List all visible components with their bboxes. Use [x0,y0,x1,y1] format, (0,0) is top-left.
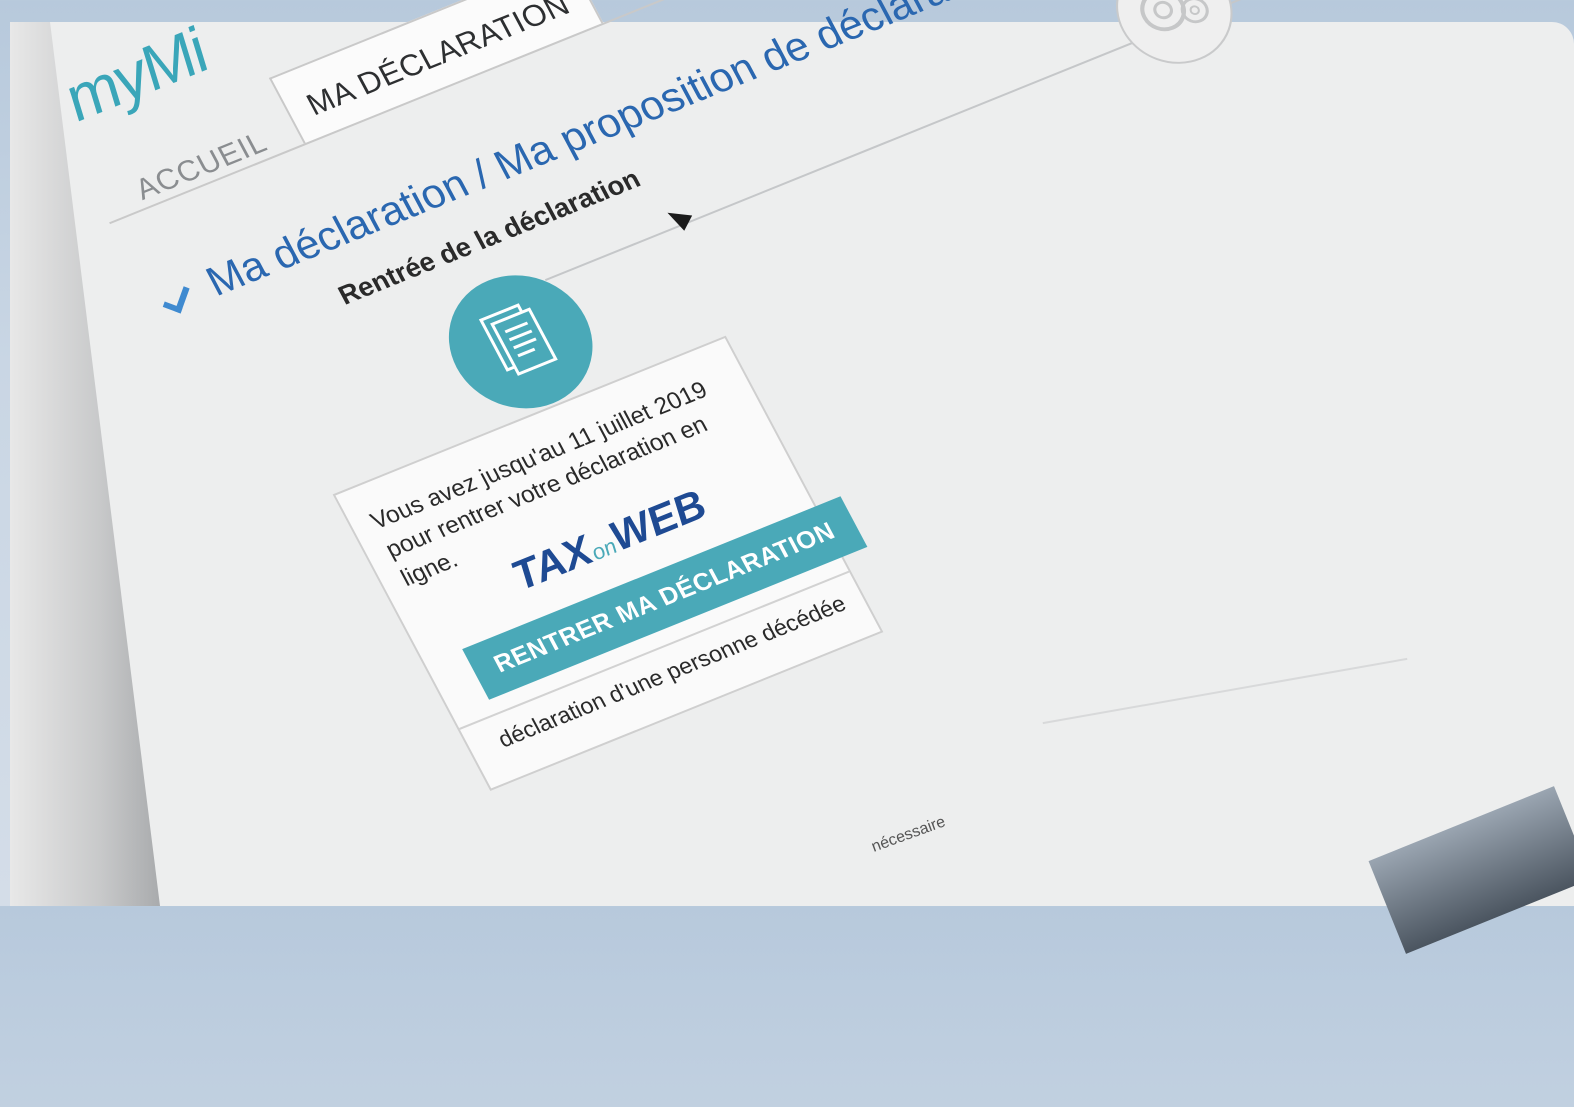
mouse-cursor-icon [663,205,693,231]
breadcrumb[interactable]: Ma déclaration / Ma proposition de décla… [198,0,1019,306]
tilted-viewport: myMi ACCUEIL MA DÉCLARATION Ma déclarati… [51,0,1574,1107]
gear-icon [1095,0,1253,81]
chevron-down-icon[interactable] [162,281,190,314]
progress-line [544,0,1381,282]
declaration-card: Vous avez jusqu'au 11 juillet 2019 pour … [332,335,884,791]
